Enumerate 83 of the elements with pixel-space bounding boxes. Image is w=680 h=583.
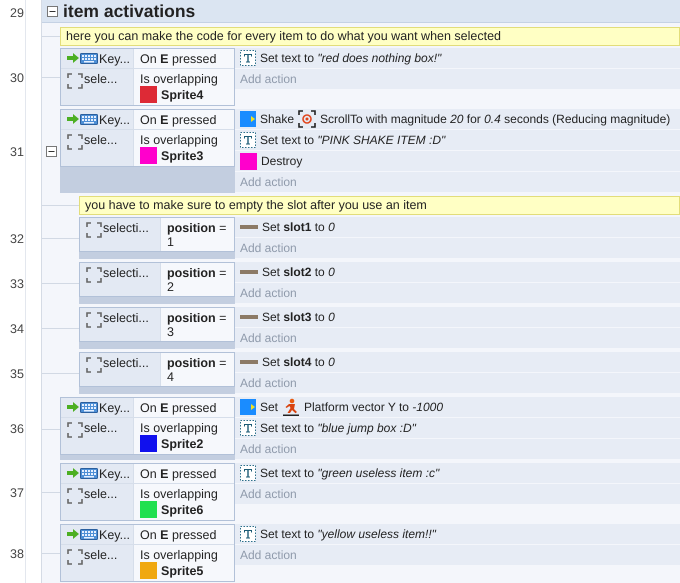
keyboard-icon [80, 402, 98, 413]
action-text[interactable]: Set slot3 to 0 [262, 310, 335, 324]
condition-text[interactable]: Is overlapping [140, 487, 230, 501]
crosshair-icon [298, 110, 316, 128]
action-text[interactable]: Destroy [261, 154, 302, 168]
action-text[interactable]: Set text to "yellow useless item!!" [260, 527, 436, 541]
object-name: Key... [99, 467, 130, 481]
object-name: selecti... [103, 311, 149, 325]
line-number: 34 [10, 322, 24, 336]
selection-icon [67, 134, 83, 150]
dash-icon [240, 359, 258, 365]
action-text[interactable]: ScrollTo with magnitude 20 for 0.4 seconds (Reducing magnitude) [320, 112, 670, 126]
arrow-icon [67, 53, 79, 63]
condition-text[interactable]: Is overlapping [140, 72, 230, 86]
action-text[interactable]: Platform vector Y to -1000 [304, 400, 443, 414]
object-name: sele... [84, 421, 118, 435]
line-number: 30 [10, 70, 24, 84]
collapse-icon[interactable] [46, 146, 56, 157]
sprite-name: Sprite4 [161, 88, 204, 102]
comment-text: here you can make the code for every item to do what you want when selected [60, 27, 680, 46]
action-text[interactable]: Set slot1 to 0 [262, 220, 335, 234]
object-name: sele... [84, 487, 118, 501]
line-number: 35 [10, 366, 24, 380]
object-name: Key... [99, 401, 130, 415]
arrow-icon [67, 402, 79, 412]
object-name: selecti... [103, 221, 149, 235]
object-name: Key... [99, 52, 130, 66]
condition-text[interactable]: Is overlapping [140, 421, 230, 435]
line-number: 32 [10, 232, 24, 246]
arrow-icon [67, 529, 79, 539]
line-number: 36 [10, 422, 24, 436]
dash-icon [240, 269, 258, 275]
action-text[interactable]: Set [260, 400, 278, 414]
sprite-name: Sprite2 [161, 436, 204, 450]
object-name: sele... [84, 133, 118, 147]
action-text[interactable]: Set slot2 to 0 [262, 265, 335, 279]
selection-icon [86, 267, 102, 283]
selection-icon [67, 422, 83, 438]
selection-icon [86, 222, 102, 238]
text-icon [240, 420, 256, 436]
keyboard-icon [80, 529, 98, 540]
text-icon [240, 132, 256, 148]
sprite-name: Sprite5 [161, 564, 204, 578]
line-number: 31 [10, 144, 24, 158]
keyboard-icon [80, 53, 98, 64]
action-text[interactable]: Set text to "green useless item :c" [260, 466, 440, 480]
action-text[interactable]: Set text to "red does nothing box!" [260, 51, 442, 65]
selection-icon [86, 312, 102, 328]
line-number: 38 [10, 546, 24, 560]
object-name: selecti... [103, 356, 149, 370]
object-name: selecti... [103, 266, 149, 280]
text-icon [240, 526, 256, 542]
line-number: 33 [10, 276, 24, 290]
runner-icon [282, 398, 300, 416]
keyboard-icon [80, 468, 98, 479]
object-name: sele... [84, 548, 118, 562]
line-number: 29 [10, 6, 24, 20]
arrow-icon [67, 114, 79, 124]
dash-icon [240, 224, 258, 230]
keyboard-icon [80, 114, 98, 125]
object-name: Key... [99, 528, 130, 542]
selection-icon [86, 357, 102, 373]
sprite-name: Sprite6 [161, 502, 204, 516]
selection-icon [67, 549, 83, 565]
dash-icon [240, 314, 258, 320]
action-text[interactable]: Set text to "PINK SHAKE ITEM :D" [260, 133, 446, 147]
text-icon [240, 465, 256, 481]
condition-text[interactable]: Is overlapping [140, 548, 230, 562]
action-text[interactable]: Set slot4 to 0 [262, 355, 335, 369]
arrow-icon [67, 468, 79, 478]
text-icon [240, 50, 256, 66]
object-name: Key... [99, 113, 130, 127]
action-text[interactable]: Shake [260, 112, 294, 126]
selection-icon [67, 73, 83, 89]
object-name: sele... [84, 72, 118, 86]
line-number: 37 [10, 486, 24, 500]
sprite-name: Sprite3 [161, 148, 204, 162]
group-title: item activations [63, 0, 196, 22]
collapse-icon[interactable] [47, 6, 58, 16]
comment-text: you have to make sure to empty the slot after you use an item [79, 196, 680, 215]
selection-icon [67, 488, 83, 504]
action-text[interactable]: Set text to "blue jump box :D" [260, 421, 416, 435]
condition-text[interactable]: Is overlapping [140, 133, 230, 147]
